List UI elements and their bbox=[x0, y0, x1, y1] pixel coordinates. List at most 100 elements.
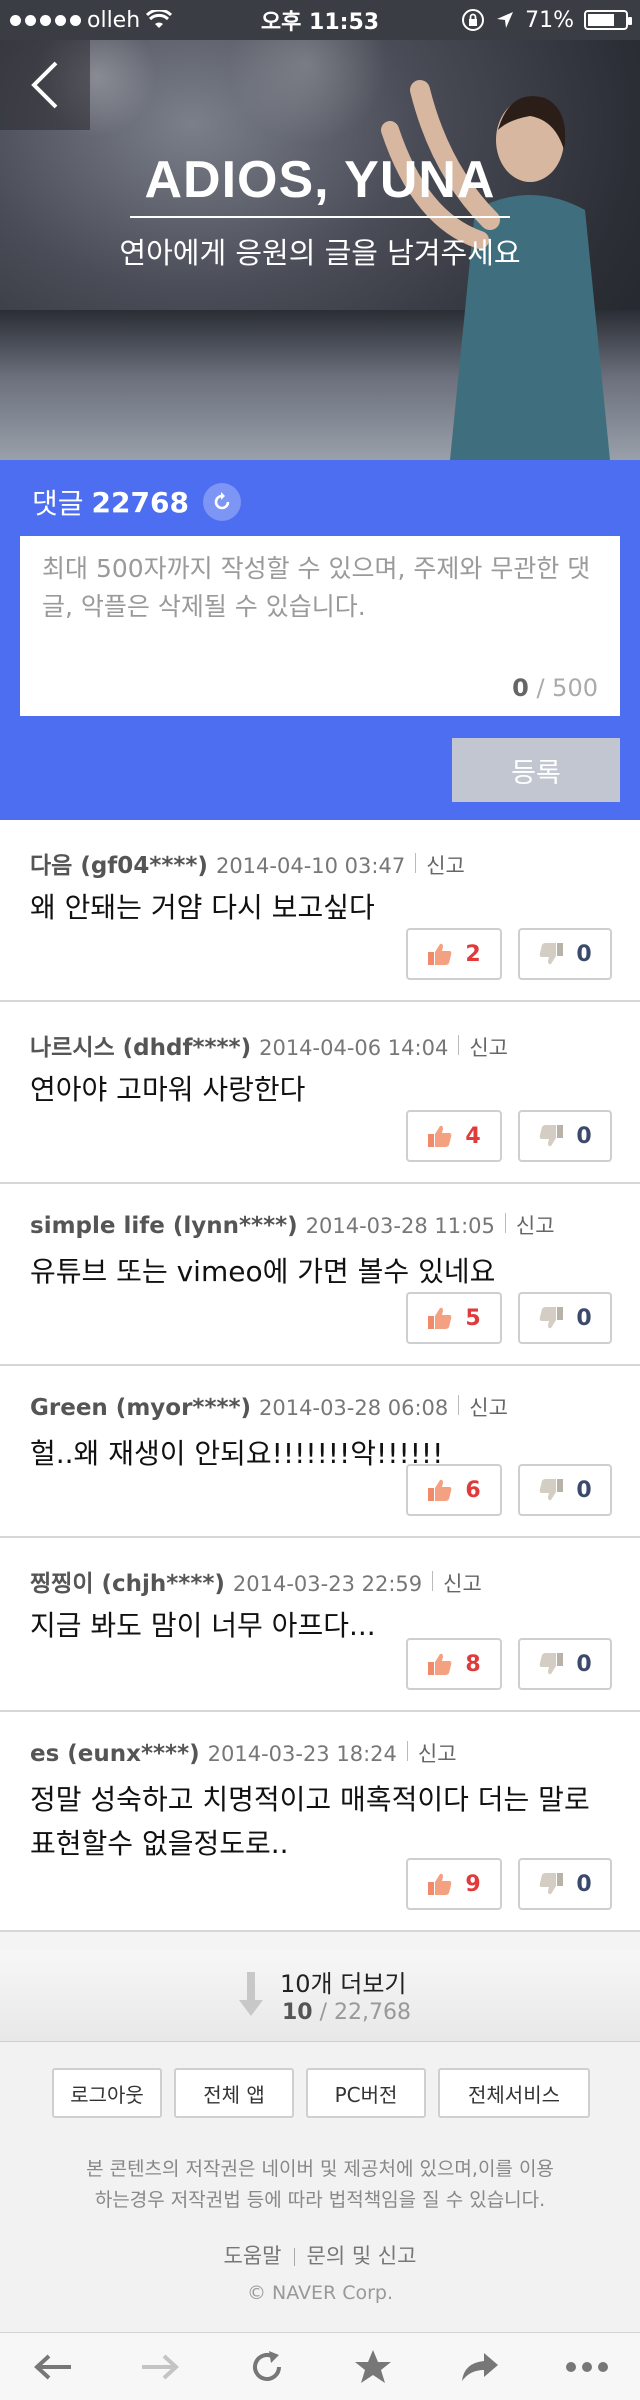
pc-version-button[interactable]: PC버전 bbox=[306, 2068, 426, 2118]
thumbs-down-icon bbox=[540, 1307, 564, 1329]
like-button[interactable]: 4 bbox=[406, 1110, 502, 1162]
submit-button[interactable]: 등록 bbox=[452, 738, 620, 802]
comment-item: simple life (lynn****) 2014-03-28 11:05 신고… bbox=[0, 1184, 640, 1366]
reload-icon bbox=[252, 2350, 281, 2381]
comment-item: 다음 (gf04****) 2014-04-10 03:47 신고왜 안돼는 거얌 … bbox=[0, 820, 640, 1002]
location-icon bbox=[497, 12, 514, 28]
share-button[interactable] bbox=[450, 2337, 510, 2397]
refresh-button[interactable] bbox=[202, 483, 241, 521]
like-count: 9 bbox=[465, 1871, 481, 1897]
load-more-progress: 10 / 22,768 bbox=[282, 2000, 411, 2025]
status-bar: olleh 오후 11:53 71% bbox=[0, 0, 640, 40]
report-link[interactable]: 신고 bbox=[469, 1392, 508, 1422]
dislike-button[interactable]: 0 bbox=[518, 1110, 612, 1162]
total-count: / 22,768 bbox=[319, 2000, 412, 2025]
copyright-notice: 본 콘텐츠의 저작권은 네이버 및 제공처에 있으며,이를 이용 하는경우 저작… bbox=[0, 2154, 640, 2216]
browser-reload-button[interactable] bbox=[237, 2337, 297, 2397]
dislike-button[interactable]: 0 bbox=[518, 1464, 612, 1516]
report-link[interactable]: 신고 bbox=[516, 1210, 555, 1240]
dislike-button[interactable]: 0 bbox=[518, 1292, 612, 1344]
like-count: 4 bbox=[465, 1123, 481, 1149]
comment-author[interactable]: es (eunx****) bbox=[30, 1741, 200, 1767]
char-count-max: / 500 bbox=[536, 674, 598, 702]
load-more-button[interactable]: 10개 더보기 10 / 22,768 bbox=[0, 1950, 640, 2042]
shown-count: 10 bbox=[282, 2000, 313, 2025]
battery-icon bbox=[584, 10, 632, 30]
like-button[interactable]: 5 bbox=[406, 1292, 502, 1344]
comment-date: 2014-03-23 22:59 bbox=[232, 1572, 423, 1596]
comment-list: 다음 (gf04****) 2014-04-10 03:47 신고 왜 안돼는 거얌 … bbox=[0, 820, 640, 1932]
comment-label: 댓글 bbox=[32, 487, 84, 520]
like-count: 5 bbox=[465, 1305, 481, 1331]
like-button[interactable]: 9 bbox=[406, 1858, 502, 1910]
dislike-count: 0 bbox=[576, 941, 592, 967]
dislike-button[interactable]: 0 bbox=[518, 928, 612, 980]
like-count: 2 bbox=[465, 941, 481, 967]
report-link[interactable]: 신고 bbox=[418, 1738, 457, 1768]
thumbs-up-icon bbox=[428, 1653, 452, 1675]
comment-date: 2014-03-28 06:08 bbox=[259, 1396, 449, 1420]
comment-date: 2014-03-28 11:05 bbox=[305, 1214, 495, 1238]
chevron-left-icon bbox=[31, 61, 58, 109]
more-menu-button[interactable] bbox=[557, 2337, 617, 2397]
orientation-lock-icon bbox=[462, 9, 485, 31]
report-link[interactable]: 신고 bbox=[443, 1568, 482, 1598]
comment-text: 정말 성숙하고 치명적이고 매혹적이다 더는 말로 표현할수 없을정도로.. bbox=[30, 1783, 590, 1860]
comment-text: 유튜브 또는 vimeo에 가면 볼수 있네요 bbox=[30, 1255, 496, 1288]
thumbs-up-icon bbox=[428, 1479, 452, 1501]
comment-date: 2014-03-23 18:24 bbox=[207, 1742, 397, 1766]
thumbs-down-icon bbox=[540, 1873, 564, 1895]
back-button[interactable] bbox=[0, 40, 90, 130]
browser-back-button[interactable] bbox=[23, 2337, 83, 2397]
page-title: ADIOS, YUNA bbox=[144, 151, 496, 209]
page-subtitle: 연아에게 응원의 글을 남겨주세요 bbox=[119, 236, 521, 270]
like-button[interactable]: 2 bbox=[406, 928, 502, 980]
report-link[interactable]: 신고 bbox=[469, 1032, 508, 1062]
thumbs-down-icon bbox=[540, 1125, 564, 1147]
dislike-count: 0 bbox=[576, 1123, 592, 1149]
thumbs-down-icon bbox=[540, 943, 564, 965]
comment-author[interactable]: 찡찡이 (chjh****) bbox=[30, 1564, 225, 1598]
thumbs-down-icon bbox=[540, 1479, 564, 1501]
dislike-button[interactable]: 0 bbox=[518, 1638, 612, 1690]
like-count: 6 bbox=[465, 1477, 481, 1503]
char-counter: 0 / 500 bbox=[512, 674, 598, 702]
dislike-count: 0 bbox=[576, 1651, 592, 1677]
comment-author[interactable]: 다음 (gf04****) bbox=[30, 846, 208, 880]
arrow-down-icon bbox=[239, 1972, 263, 2016]
comment-author[interactable]: Green (myor****) bbox=[30, 1395, 251, 1421]
comment-item: 찡찡이 (chjh****) 2014-03-23 22:59 신고 지금 봐도 맘이… bbox=[0, 1538, 640, 1712]
browser-forward-button[interactable] bbox=[130, 2337, 190, 2397]
thumbs-up-icon bbox=[428, 1307, 452, 1329]
corp-copyright: © NAVER Corp. bbox=[246, 2282, 394, 2304]
copyright-line-2: 하는경우 저작권법 등에 따라 법적책임을 질 수 있습니다. bbox=[94, 2189, 546, 2211]
title-underline bbox=[130, 216, 510, 218]
comment-count: 22768 bbox=[91, 485, 189, 519]
all-apps-button[interactable]: 전체 앱 bbox=[174, 2068, 294, 2118]
like-button[interactable]: 8 bbox=[406, 1638, 502, 1690]
comment-author[interactable]: 나르시스 (dhdf****) bbox=[30, 1028, 251, 1062]
comment-item: Green (myor****) 2014-03-28 06:08 신고 헐..왜 재… bbox=[0, 1366, 640, 1538]
comment-author[interactable]: simple life (lynn****) bbox=[30, 1213, 298, 1239]
refresh-icon bbox=[214, 492, 230, 510]
arrow-left-icon bbox=[34, 2354, 72, 2379]
logout-button[interactable]: 로그아웃 bbox=[52, 2068, 162, 2118]
help-link[interactable]: 도움말 bbox=[224, 2244, 282, 2268]
star-icon bbox=[355, 2349, 392, 2383]
comment-input[interactable] bbox=[20, 536, 620, 666]
all-services-button[interactable]: 전체서비스 bbox=[438, 2068, 590, 2118]
like-button[interactable]: 6 bbox=[406, 1464, 502, 1516]
dislike-button[interactable]: 0 bbox=[518, 1858, 612, 1910]
arrow-right-icon bbox=[141, 2354, 179, 2379]
load-more-label: 10개 더보기 bbox=[280, 1970, 407, 1998]
report-link[interactable]: 신고 bbox=[426, 850, 465, 880]
comment-input-box: 0 / 500 bbox=[20, 536, 620, 716]
comment-composer: 댓글 22768 0 / 500 등록 bbox=[0, 460, 640, 820]
comment-date: 2014-04-10 03:47 bbox=[215, 854, 406, 878]
dislike-count: 0 bbox=[576, 1305, 592, 1331]
battery-percent: 71% bbox=[525, 7, 574, 33]
inquiry-link[interactable]: 문의 및 신고 bbox=[307, 2244, 417, 2268]
bookmark-button[interactable] bbox=[343, 2337, 403, 2397]
comment-text: 연아야 고마워 사랑한다 bbox=[30, 1073, 306, 1106]
comment-text: 왜 안돼는 거얌 다시 보고싶다 bbox=[30, 891, 375, 924]
